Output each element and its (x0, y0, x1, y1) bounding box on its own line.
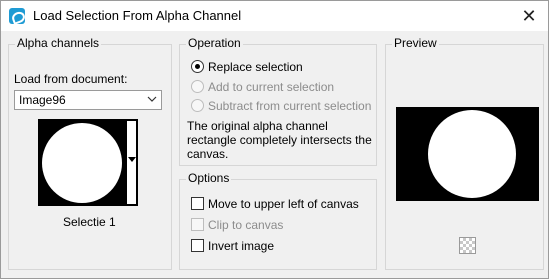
invert-image-checkbox[interactable] (191, 239, 204, 252)
intersection-message-line-1: The original alpha channel (187, 119, 328, 133)
clip-to-canvas-label: Clip to canvas (208, 218, 284, 232)
title-bar[interactable]: Load Selection From Alpha Channel ✕ (1, 1, 548, 31)
options-title: Options (186, 171, 232, 185)
operation-title: Operation (186, 36, 243, 50)
alpha-channel-thumbnail (40, 121, 126, 204)
subtract-from-selection-radio[interactable] (191, 99, 204, 112)
intersection-message-line-3: canvas. (187, 147, 229, 161)
replace-selection-label: Replace selection (208, 60, 303, 74)
add-to-selection-radio[interactable] (191, 80, 204, 93)
paintshop-icon (9, 8, 25, 24)
dropdown-arrow-icon (128, 157, 136, 162)
clip-to-canvas-checkbox[interactable] (191, 218, 204, 231)
alpha-channel-picker[interactable] (38, 119, 138, 206)
preview-title: Preview (392, 36, 439, 50)
channel-dropdown-button[interactable] (127, 121, 136, 204)
preview-circle-shape (428, 110, 516, 198)
invert-image-label: Invert image (208, 239, 275, 253)
channel-name-label: Selectie 1 (63, 215, 116, 229)
subtract-from-selection-label: Subtract from current selection (208, 99, 372, 113)
thumbnail-circle-shape (42, 123, 122, 203)
window-title: Load Selection From Alpha Channel (33, 8, 242, 23)
close-button[interactable]: ✕ (518, 5, 540, 27)
dialog-window: Load Selection From Alpha Channel ✕ Alph… (0, 0, 549, 279)
alpha-channels-title: Alpha channels (15, 36, 102, 50)
document-select[interactable]: Image96 (14, 90, 162, 110)
replace-selection-radio[interactable] (191, 60, 204, 73)
load-from-document-label: Load from document: (14, 72, 128, 86)
move-to-upper-left-label: Move to upper left of canvas (208, 197, 359, 211)
chevron-down-icon (147, 96, 157, 102)
preview-canvas (396, 107, 539, 201)
intersection-message-line-2: rectangle completely intersects the (187, 133, 372, 147)
document-select-value: Image96 (19, 93, 66, 107)
add-to-selection-label: Add to current selection (208, 80, 335, 94)
checkerboard-toggle-icon[interactable] (459, 237, 476, 254)
move-to-upper-left-checkbox[interactable] (191, 197, 204, 210)
